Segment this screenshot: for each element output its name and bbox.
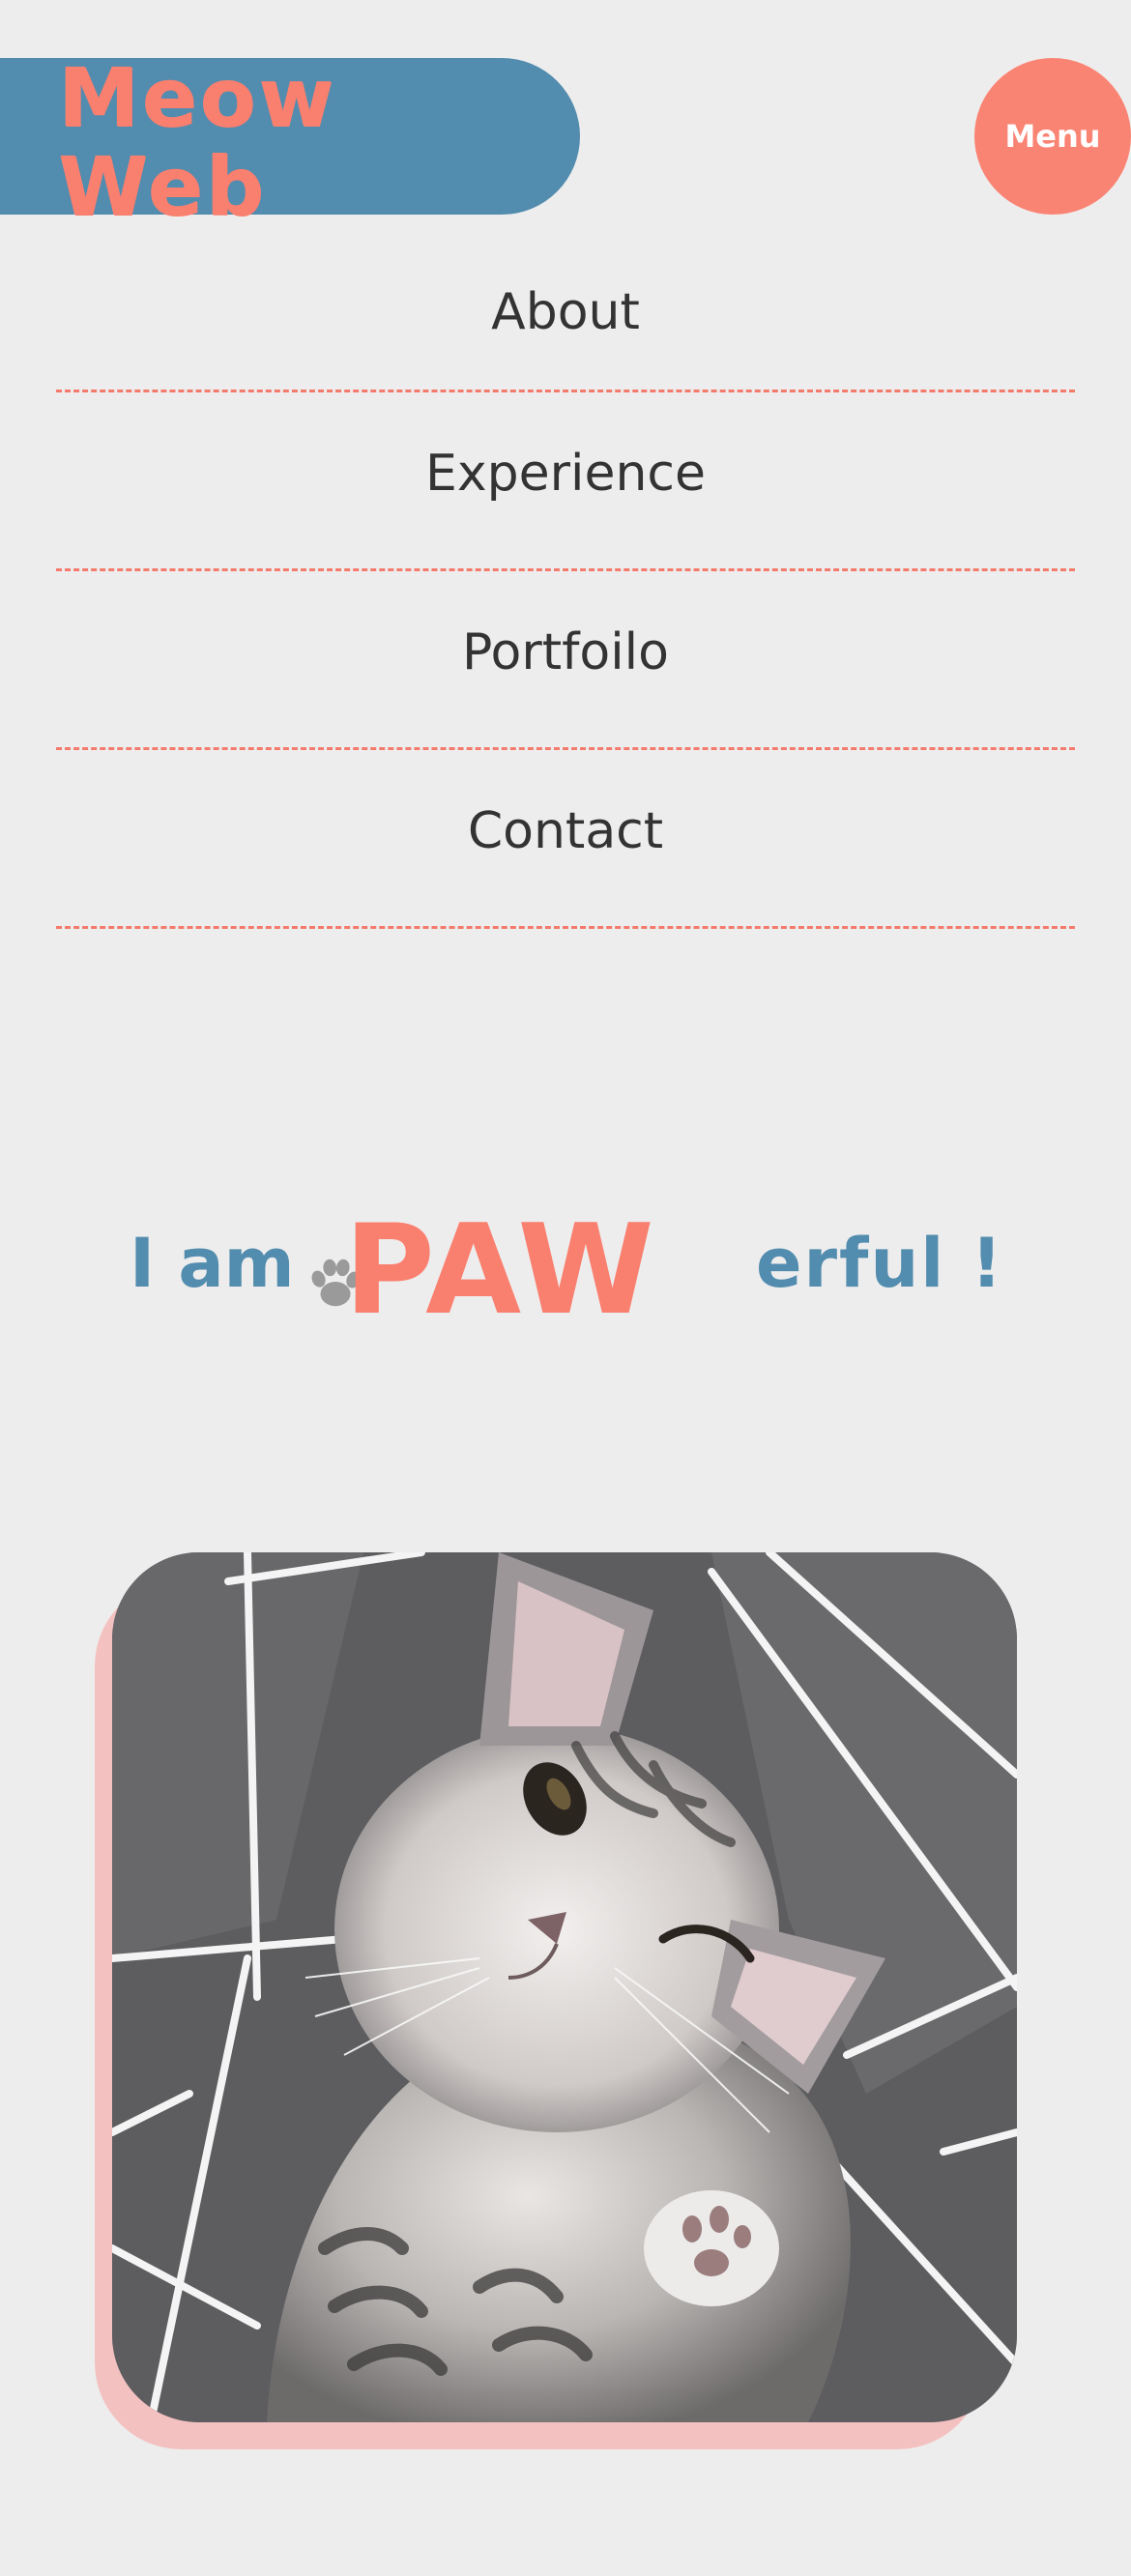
hero-highlight: PAW — [344, 1199, 656, 1343]
menu-button[interactable]: Menu — [974, 58, 1131, 215]
page: Meow Web Menu About Experience Portfoilo… — [0, 0, 1131, 2576]
nav-item-experience[interactable]: Experience — [56, 392, 1075, 571]
kitten-illustration — [112, 1552, 1017, 2422]
kitten-photo — [112, 1552, 1017, 2422]
main-nav: About Experience Portfoilo Contact — [56, 247, 1075, 929]
nav-item-contact[interactable]: Contact — [56, 750, 1075, 929]
nav-item-label: Experience — [425, 445, 706, 503]
hero-prefix: I am — [130, 1224, 295, 1303]
nav-item-label: Contact — [467, 802, 664, 860]
nav-item-portfolio[interactable]: Portfoilo — [56, 571, 1075, 750]
site-logo[interactable]: Meow Web — [58, 53, 336, 231]
nav-item-label: About — [491, 282, 640, 341]
hero-headline: I am PAW erful ! — [0, 1199, 1131, 1344]
hero-suffix: erful ! — [756, 1224, 1004, 1303]
nav-item-about[interactable]: About — [56, 247, 1075, 392]
kitten-photo-frame — [95, 1552, 1017, 2449]
nav-item-label: Portfoilo — [462, 623, 669, 681]
